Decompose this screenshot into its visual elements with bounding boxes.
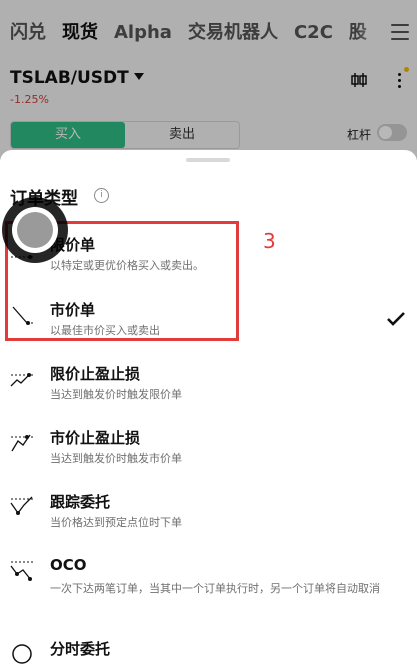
option-label: 跟踪委托	[50, 493, 111, 511]
order-type-option-limit-tpsl[interactable]: 限价止盈止损 当达到触发价时触发限价单	[0, 363, 417, 409]
option-description: 当达到触发价时触发限价单	[50, 388, 182, 401]
market-tpsl-icon	[11, 434, 33, 452]
touch-indicator	[2, 197, 68, 263]
option-description: 当达到触发价时触发市价单	[50, 452, 182, 465]
option-label: 分时委托	[50, 640, 111, 658]
annotation-step-number: 3	[263, 229, 276, 253]
oco-icon	[10, 561, 33, 581]
option-label: 市价止盈止损	[50, 429, 141, 447]
option-label: OCO	[50, 556, 87, 574]
sheet-drag-handle[interactable]	[186, 158, 230, 162]
option-label: 限价止盈止损	[50, 365, 141, 383]
twap-icon	[12, 644, 32, 664]
option-description: 一次下达两笔订单，当其中一个订单执行时，另一个订单将自动取消	[50, 582, 380, 595]
order-type-option-trailing[interactable]: 跟踪委托 当价格达到预定点位时下单	[0, 491, 417, 537]
order-type-option-market-tpsl[interactable]: 市价止盈止损 当达到触发价时触发市价单	[0, 427, 417, 473]
order-type-option-oco[interactable]: OCO 一次下达两笔订单，当其中一个订单执行时，另一个订单将自动取消	[0, 556, 417, 618]
modal-overlay[interactable]	[0, 0, 417, 160]
order-type-option-twap[interactable]: 分时委托	[0, 638, 417, 664]
limit-tpsl-icon	[10, 373, 33, 387]
info-icon[interactable]: i	[94, 188, 109, 203]
checkmark-icon	[387, 312, 405, 326]
option-description: 当价格达到预定点位时下单	[50, 516, 182, 529]
trailing-order-icon	[10, 496, 33, 515]
